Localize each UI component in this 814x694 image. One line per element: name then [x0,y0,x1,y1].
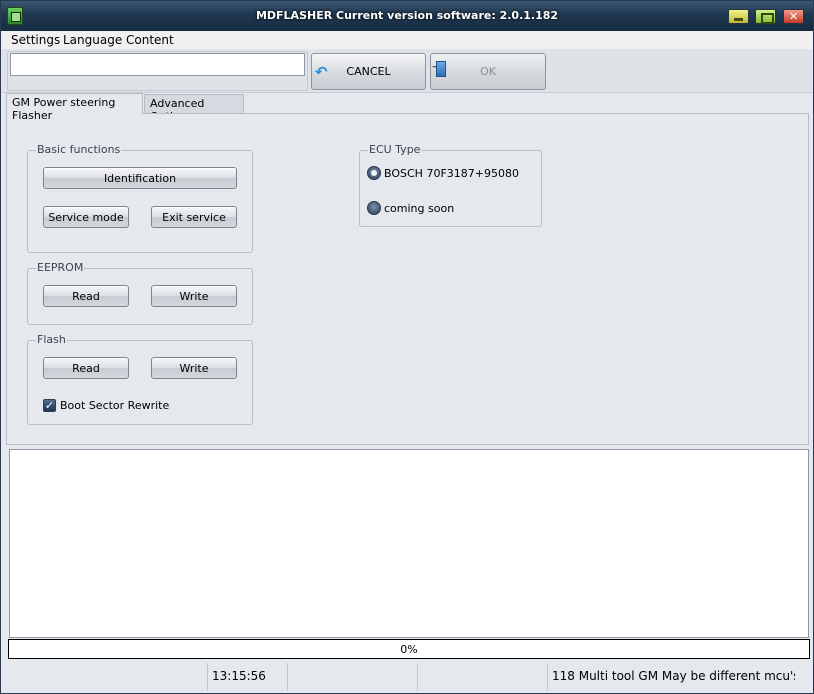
ecu-coming-soon-label: coming soon [384,202,455,215]
ecu-type-group: ECU Type BOSCH 70F3187+95080 coming soon [359,143,542,227]
flash-title: Flash [36,333,67,346]
ecu-bosch-label: BOSCH 70F3187+95080 [384,167,519,180]
exit-service-button[interactable]: Exit service [151,206,237,228]
status-time: 13:15:56 [207,663,287,691]
identification-label: Identification [103,171,177,185]
flash-read-label: Read [72,361,100,375]
ok-label: OK [480,65,496,78]
ok-button[interactable]: ➔ OK [430,53,546,90]
undo-arrow-icon: ↶ [315,63,328,81]
flash-write-label: Write [179,361,209,375]
window-title: MDFLASHER Current version software: 2.0.… [255,9,559,22]
toolbar: ↶ CANCEL ➔ OK [1,49,813,93]
eeprom-write-label: Write [179,289,209,303]
identification-button[interactable]: Identification [43,167,237,189]
cancel-button[interactable]: ↶ CANCEL [311,53,426,90]
maximize-button[interactable] [755,9,776,24]
boot-sector-checkbox[interactable]: ✓ [43,399,56,412]
log-output[interactable] [9,449,809,638]
close-button[interactable] [783,9,804,24]
path-input[interactable] [10,53,305,76]
menu-language[interactable]: Language [63,33,122,47]
eeprom-write-button[interactable]: Write [151,285,237,307]
tab-advanced-options[interactable]: Advanced Options [144,94,244,123]
eeprom-group: EEPROM Read Write [27,261,253,325]
progress-label: 0% [400,642,418,656]
status-cell-4 [417,663,547,691]
eeprom-title: EEPROM [36,261,85,274]
menu-bar: Settings Language Content [1,31,813,49]
ecu-bosch-radio[interactable] [367,166,381,180]
app-window: MDFLASHER Current version software: 2.0.… [0,0,814,694]
tab-panel: Basic functions Identification Service m… [6,113,809,445]
flash-read-button[interactable]: Read [43,357,129,379]
eeprom-read-button[interactable]: Read [43,285,129,307]
menu-settings[interactable]: Settings [11,33,60,47]
basic-functions-group: Basic functions Identification Service m… [27,143,253,253]
service-mode-button[interactable]: Service mode [43,206,129,228]
ecu-type-title: ECU Type [368,143,422,156]
eeprom-read-label: Read [72,289,100,303]
door-icon [436,61,446,77]
cancel-label: CANCEL [346,65,391,78]
menu-content[interactable]: Content [126,33,174,47]
boot-sector-label: Boot Sector Rewrite [60,399,170,412]
status-cell-3 [287,663,417,691]
minimize-button[interactable] [728,9,749,24]
flash-write-button[interactable]: Write [151,357,237,379]
exit-service-label: Exit service [162,210,226,224]
progress-bar: 0% [8,639,810,659]
title-bar[interactable]: MDFLASHER Current version software: 2.0.… [1,1,813,31]
status-cell-1 [1,663,207,691]
status-message: 118 Multi tool GM May be different mcu's… [547,663,795,691]
status-bar: 13:15:56 118 Multi tool GM May be differ… [1,661,813,693]
ecu-coming-soon-radio[interactable] [367,201,381,215]
tab-gm-power-steering-flasher[interactable]: GM Power steering Flasher [6,93,143,122]
flash-group: Flash Read Write ✓ Boot Sector Rewrite [27,333,253,425]
service-mode-label: Service mode [48,210,124,224]
basic-functions-title: Basic functions [36,143,122,156]
